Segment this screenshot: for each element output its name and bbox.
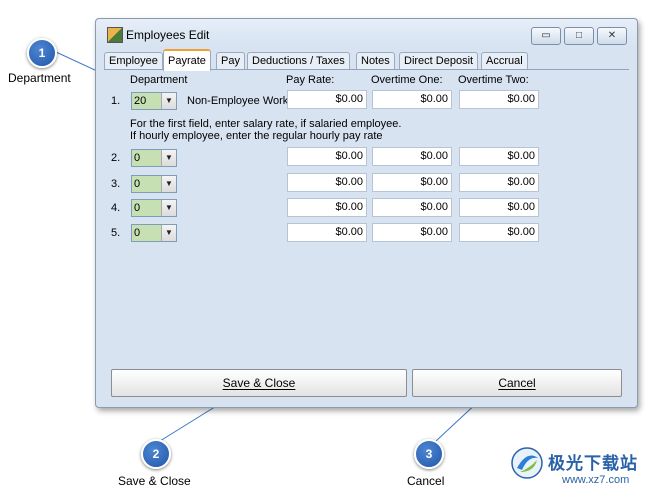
window-title: Employees Edit — [126, 28, 210, 42]
row-3-pay-rate-field[interactable]: $0.00 — [287, 173, 367, 192]
tab-notes[interactable]: Notes — [356, 52, 395, 69]
chevron-down-icon[interactable]: ▼ — [161, 225, 176, 241]
row-3-overtime-one-field[interactable]: $0.00 — [372, 173, 452, 192]
row-3-overtime-two-field[interactable]: $0.00 — [459, 173, 539, 192]
hint-line-1: For the first field, enter salary rate, … — [130, 118, 402, 130]
callout-2-label: Save & Close — [118, 474, 191, 488]
row-1-overtime-two-field[interactable]: $0.00 — [459, 90, 539, 109]
row-2-overtime-one-field[interactable]: $0.00 — [372, 147, 452, 166]
row-1-department-value: 20 — [132, 93, 161, 109]
overtime-two-header: Overtime Two: — [458, 74, 529, 86]
row-2-number: 2. — [111, 152, 121, 164]
minimize-button[interactable]: ▭ — [531, 27, 561, 45]
row-2-pay-rate-field[interactable]: $0.00 — [287, 147, 367, 166]
row-4-department-select[interactable]: 0 ▼ — [131, 199, 177, 217]
app-icon — [107, 27, 123, 43]
chevron-down-icon[interactable]: ▼ — [161, 93, 176, 109]
title-bar[interactable]: Employees Edit ▭ □ ✕ — [96, 19, 637, 47]
row-5-department-value: 0 — [132, 225, 161, 241]
row-4-department-value: 0 — [132, 200, 161, 216]
row-5-department-select[interactable]: 0 ▼ — [131, 224, 177, 242]
row-1-overtime-one-field[interactable]: $0.00 — [372, 90, 452, 109]
row-2-department-value: 0 — [132, 150, 161, 166]
hint-line-2: If hourly employee, enter the regular ho… — [130, 130, 383, 142]
overtime-one-header: Overtime One: — [371, 74, 443, 86]
row-2-department-select[interactable]: 0 ▼ — [131, 149, 177, 167]
row-5-overtime-two-field[interactable]: $0.00 — [459, 223, 539, 242]
row-5-overtime-one-field[interactable]: $0.00 — [372, 223, 452, 242]
callout-3-label: Cancel — [407, 474, 445, 488]
row-4-number: 4. — [111, 202, 121, 214]
callout-2-badge: 2 — [141, 439, 171, 469]
row-1-pay-rate-field[interactable]: $0.00 — [287, 90, 367, 109]
tab-payrate[interactable]: Payrate — [163, 49, 211, 71]
tab-employee[interactable]: Employee — [104, 52, 163, 69]
callout-3-badge: 3 — [414, 439, 444, 469]
row-1-department-select[interactable]: 20 ▼ — [131, 92, 177, 110]
tab-deductions-taxes[interactable]: Deductions / Taxes — [247, 52, 350, 69]
pay-rate-header: Pay Rate: — [286, 74, 335, 86]
tab-pay[interactable]: Pay — [216, 52, 245, 69]
watermark-text: 极光下载站 — [548, 454, 638, 473]
employees-edit-window: Employees Edit ▭ □ ✕ Employee Payrate Pa… — [95, 18, 638, 408]
row-2-overtime-two-field[interactable]: $0.00 — [459, 147, 539, 166]
save-close-label: Save & Close — [222, 376, 296, 390]
row-1-department-name: Non-Employee Work — [187, 95, 289, 107]
cancel-button[interactable]: Cancel — [412, 369, 622, 397]
callout-1-label: Department — [8, 71, 71, 85]
row-1-number: 1. — [111, 95, 121, 107]
callout-1-badge: 1 — [27, 38, 57, 68]
chevron-down-icon[interactable]: ▼ — [161, 176, 176, 192]
department-header: Department — [130, 74, 188, 86]
row-5-number: 5. — [111, 227, 121, 239]
tab-direct-deposit[interactable]: Direct Deposit — [399, 52, 479, 69]
row-5-pay-rate-field[interactable]: $0.00 — [287, 223, 367, 242]
row-4-pay-rate-field[interactable]: $0.00 — [287, 198, 367, 217]
maximize-button[interactable]: □ — [564, 27, 594, 45]
save-close-button[interactable]: Save & Close — [111, 369, 407, 397]
row-3-number: 3. — [111, 178, 121, 190]
chevron-down-icon[interactable]: ▼ — [161, 200, 176, 216]
chevron-down-icon[interactable]: ▼ — [161, 150, 176, 166]
row-3-department-select[interactable]: 0 ▼ — [131, 175, 177, 193]
watermark-url: www.xz7.com — [562, 474, 630, 486]
row-4-overtime-one-field[interactable]: $0.00 — [372, 198, 452, 217]
row-3-department-value: 0 — [132, 176, 161, 192]
tab-accrual[interactable]: Accrual — [481, 52, 528, 69]
close-button[interactable]: ✕ — [597, 27, 627, 45]
watermark-logo-icon — [511, 447, 543, 479]
cancel-label: Cancel — [498, 376, 536, 390]
row-4-overtime-two-field[interactable]: $0.00 — [459, 198, 539, 217]
tab-strip: Employee Payrate Pay Deductions / Taxes … — [104, 49, 629, 71]
